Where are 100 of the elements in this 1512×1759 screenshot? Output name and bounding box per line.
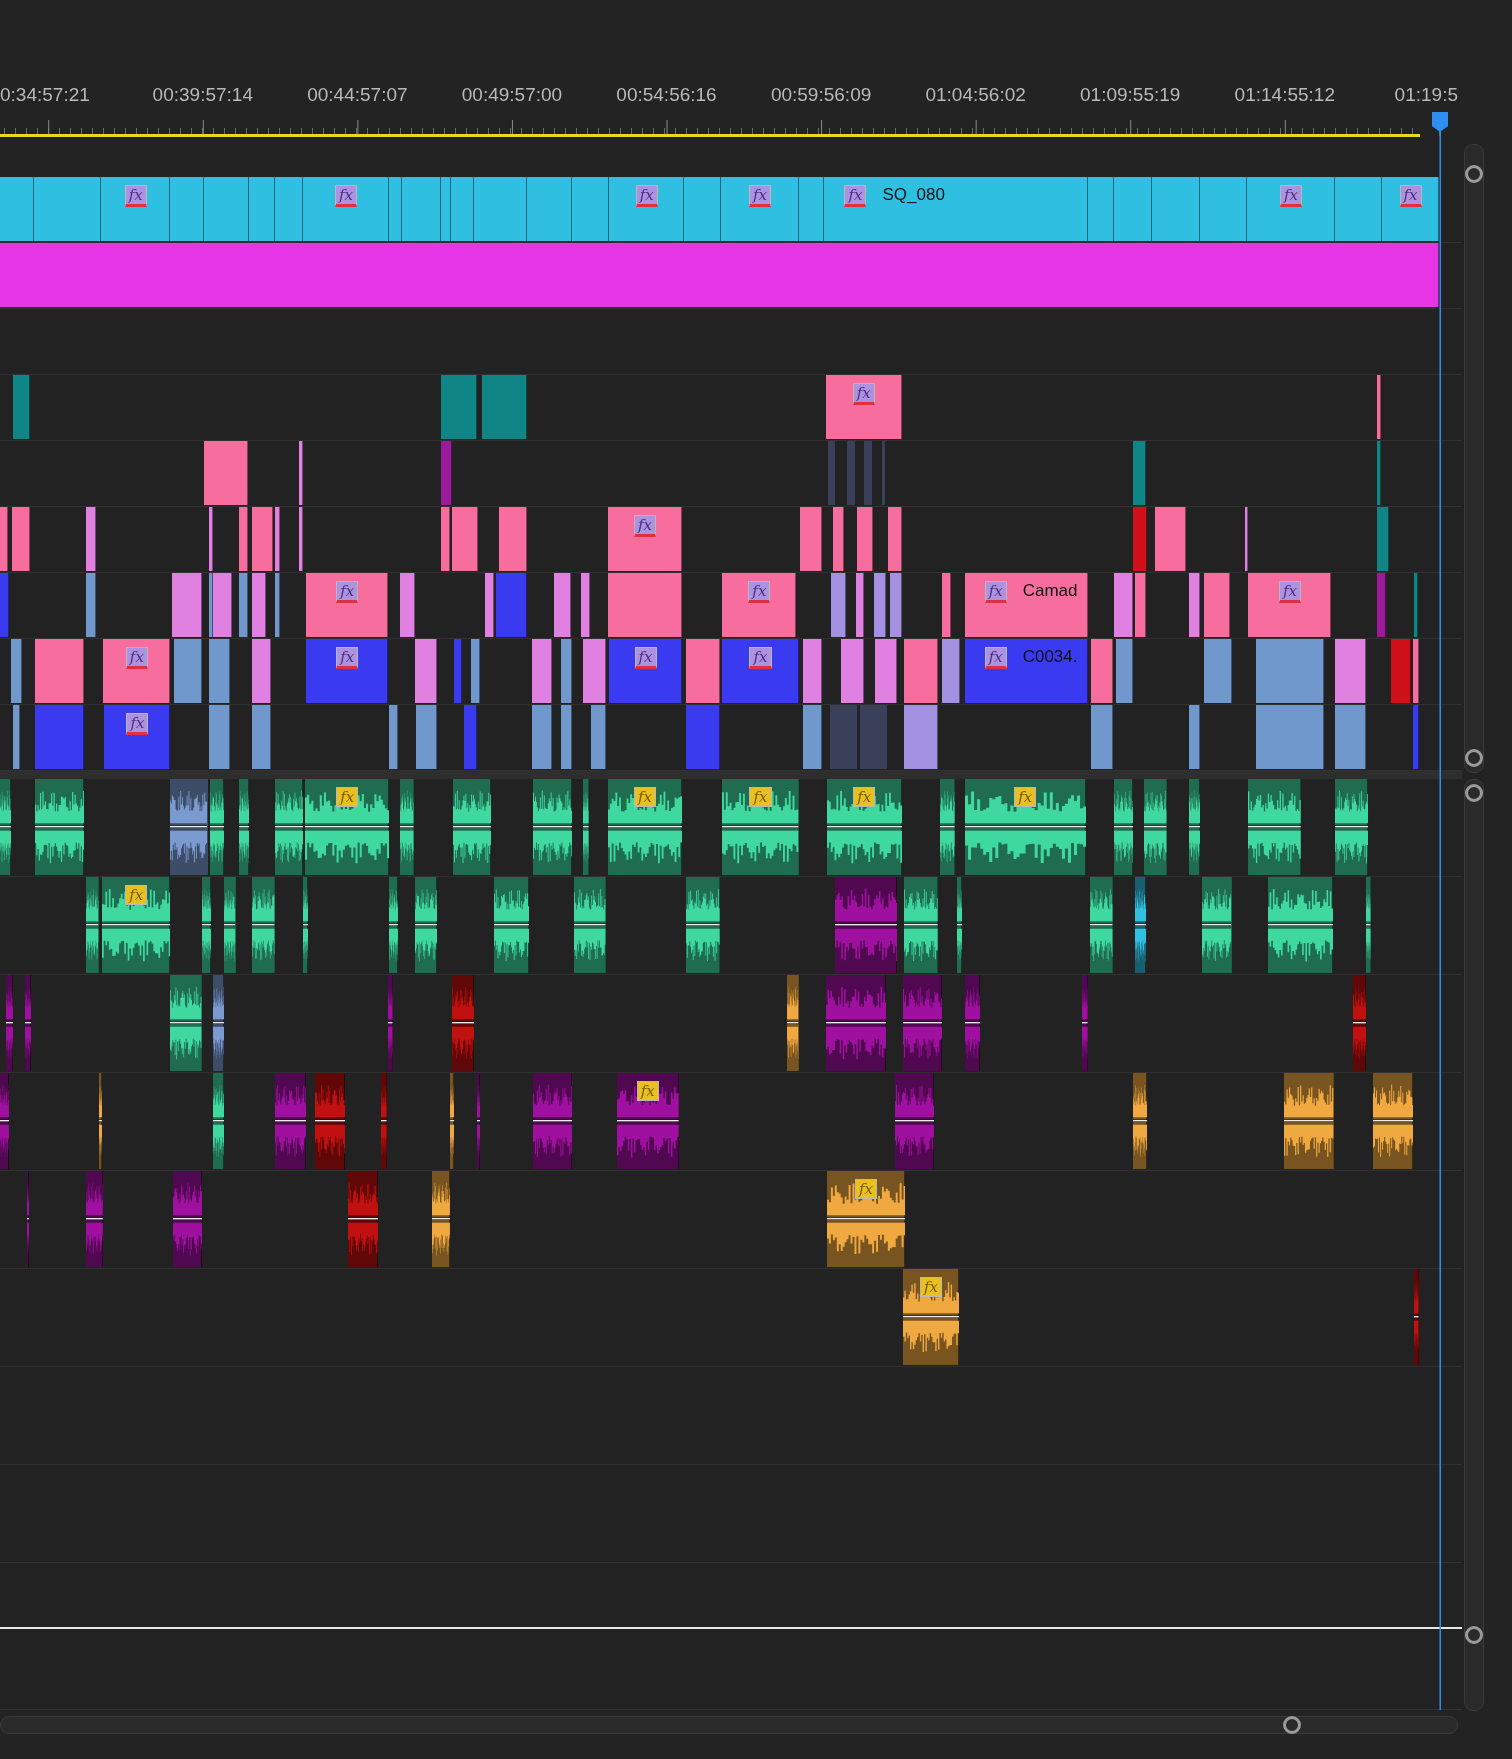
video-clip[interactable]: [527, 177, 573, 241]
fx-badge[interactable]: fx: [920, 1277, 942, 1297]
video-clip[interactable]: [1189, 573, 1201, 637]
video-clip[interactable]: [874, 639, 898, 703]
audio-clip[interactable]: [895, 1073, 935, 1169]
video-clip[interactable]: [1334, 705, 1367, 769]
audio-clip[interactable]: [388, 975, 393, 1071]
video-clip[interactable]: fx: [609, 177, 685, 241]
video-clip[interactable]: [454, 639, 463, 703]
video-clip[interactable]: [0, 243, 1440, 307]
video-clip[interactable]: [252, 705, 272, 769]
video-clip[interactable]: [1413, 639, 1419, 703]
audio-clip[interactable]: [24, 975, 32, 1071]
video-clip[interactable]: [11, 639, 23, 703]
video-clip[interactable]: [863, 441, 873, 505]
fx-badge[interactable]: fx: [1280, 185, 1303, 207]
audio-clip[interactable]: [238, 779, 249, 875]
video-clip[interactable]: [252, 507, 273, 571]
audio-clip[interactable]: [172, 1171, 202, 1267]
video-clip[interactable]: [0, 177, 34, 241]
video-clip[interactable]: [484, 573, 494, 637]
fx-badge[interactable]: fx: [749, 787, 772, 807]
audio-clip[interactable]: [1202, 877, 1232, 973]
video-clip[interactable]: [12, 507, 31, 571]
video-clip[interactable]: [452, 507, 478, 571]
video-clip[interactable]: [1377, 375, 1381, 439]
video-clip[interactable]: [583, 639, 606, 703]
audio-clip[interactable]: [1284, 1073, 1334, 1169]
video-clip[interactable]: [1155, 507, 1186, 571]
video-clip[interactable]: [942, 639, 961, 703]
audio-clip[interactable]: [1113, 779, 1133, 875]
video-clip[interactable]: [464, 705, 477, 769]
video-clip[interactable]: [401, 177, 441, 241]
audio-clip[interactable]: [449, 1073, 455, 1169]
audio-clip[interactable]: [415, 877, 438, 973]
fx-badge[interactable]: fx: [125, 885, 148, 905]
audio-clip[interactable]: [1189, 779, 1201, 875]
video-clip[interactable]: [591, 705, 606, 769]
video-clip[interactable]: [0, 573, 9, 637]
video-clip[interactable]: [13, 705, 21, 769]
video-clip[interactable]: fx: [722, 573, 797, 637]
video-clip[interactable]: [799, 507, 823, 571]
video-clip[interactable]: [831, 573, 846, 637]
fx-badge[interactable]: fx: [633, 787, 656, 807]
video-clip[interactable]: [1135, 573, 1147, 637]
audio-clip[interactable]: [825, 975, 887, 1071]
audio-clip[interactable]: fx: [964, 779, 1086, 875]
fx-badge[interactable]: fx: [852, 383, 875, 405]
audio-clip[interactable]: fx: [722, 779, 799, 875]
video-clip[interactable]: [531, 639, 552, 703]
video-clip[interactable]: fx: [609, 639, 682, 703]
video-clip[interactable]: [1377, 441, 1381, 505]
video-clip[interactable]: [274, 177, 303, 241]
playhead[interactable]: [1432, 112, 1448, 1710]
audio-clip[interactable]: [170, 779, 208, 875]
video-clip[interactable]: [213, 573, 233, 637]
video-clip[interactable]: [86, 507, 97, 571]
video-clip[interactable]: [1334, 639, 1367, 703]
fx-badge[interactable]: fx: [634, 647, 657, 669]
audio-clip[interactable]: [902, 975, 943, 1071]
video-clip[interactable]: [1390, 639, 1412, 703]
audio-clip[interactable]: [347, 1171, 378, 1267]
video-clip[interactable]: [389, 177, 402, 241]
video-clip[interactable]: [803, 705, 823, 769]
audio-clip[interactable]: [0, 779, 12, 875]
audio-clip[interactable]: [86, 877, 99, 973]
video-clip[interactable]: fx: [825, 375, 902, 439]
fx-badge[interactable]: fx: [336, 581, 359, 603]
audio-clip[interactable]: [1132, 1073, 1148, 1169]
video-clip[interactable]: [208, 705, 230, 769]
video-clip[interactable]: [904, 639, 938, 703]
audio-clip[interactable]: [274, 1073, 307, 1169]
audio-clip[interactable]: fx: [102, 877, 171, 973]
video-clip[interactable]: [827, 441, 836, 505]
video-clip[interactable]: [252, 573, 266, 637]
video-clip[interactable]: [1152, 177, 1201, 241]
video-clip[interactable]: [499, 507, 528, 571]
video-clip[interactable]: [474, 177, 528, 241]
video-clip[interactable]: [841, 639, 864, 703]
audio-clip[interactable]: [532, 1073, 573, 1169]
video-clip[interactable]: [471, 639, 481, 703]
video-clip[interactable]: [1091, 639, 1113, 703]
audio-clip[interactable]: [453, 779, 492, 875]
video-clip[interactable]: [34, 705, 85, 769]
video-clip[interactable]: [830, 705, 859, 769]
audio-clip[interactable]: [964, 975, 981, 1071]
audio-clip[interactable]: [209, 779, 225, 875]
video-clip[interactable]: [1414, 573, 1418, 637]
video-clip[interactable]: fx: [607, 507, 682, 571]
video-clip[interactable]: [904, 705, 938, 769]
audio-clip[interactable]: [5, 975, 14, 1071]
fx-badge[interactable]: fx: [1278, 581, 1301, 603]
audio-clip[interactable]: [493, 877, 530, 973]
audio-clip[interactable]: [1372, 1073, 1414, 1169]
video-clip[interactable]: [274, 573, 281, 637]
scroll-handle[interactable]: [1465, 165, 1483, 183]
audio-clip[interactable]: [0, 1073, 9, 1169]
video-clip[interactable]: [888, 507, 902, 571]
video-clip[interactable]: [1377, 507, 1389, 571]
audio-clip[interactable]: fx: [826, 1171, 906, 1267]
